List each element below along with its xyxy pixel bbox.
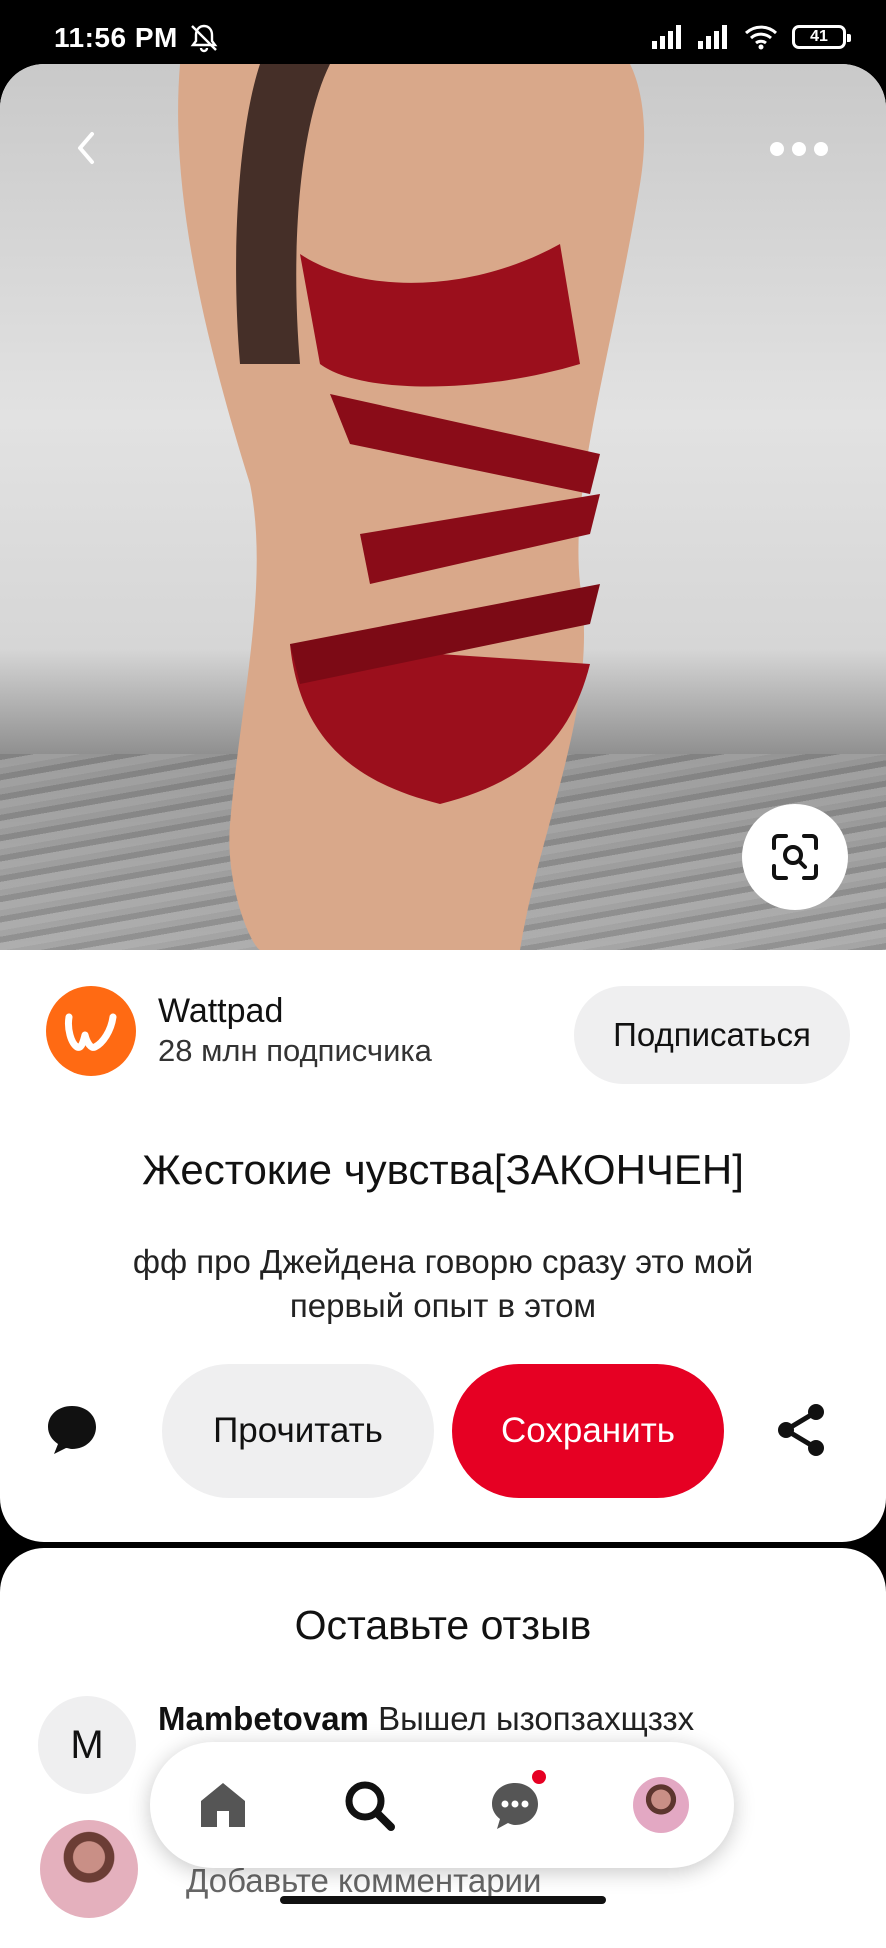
creator-text: Wattpad 28 млн подписчика (158, 991, 432, 1071)
follow-button[interactable]: Подписаться (574, 986, 850, 1084)
nav-home[interactable] (190, 1772, 256, 1838)
review-avatar[interactable]: M (38, 1696, 136, 1794)
bell-off-icon (190, 24, 218, 53)
signal-icon (652, 25, 681, 49)
save-button[interactable]: Сохранить (452, 1364, 724, 1498)
nav-messages[interactable] (482, 1770, 548, 1838)
battery-icon: 41 (792, 25, 851, 49)
messages-icon (492, 1783, 538, 1829)
pin-description: фф про Джейдена говорю сразу это мой пер… (132, 1243, 754, 1324)
visual-search-button[interactable] (742, 804, 848, 910)
bottom-nav (150, 1742, 734, 1868)
profile-avatar (633, 1777, 689, 1833)
creator-subscribers: 28 млн подписчика (158, 1033, 432, 1068)
pin-image[interactable] (0, 64, 886, 950)
home-icon (201, 1783, 245, 1827)
back-button[interactable] (58, 120, 114, 176)
pin-card: Wattpad 28 млн подписчика Подписаться Же… (0, 64, 886, 1542)
search-icon (345, 1781, 395, 1831)
nav-profile[interactable] (628, 1772, 694, 1838)
comment-icon[interactable] (44, 1402, 100, 1458)
visual-search-icon (772, 834, 818, 880)
nav-search[interactable] (336, 1772, 402, 1838)
more-icon (770, 142, 828, 156)
creator-name[interactable]: Wattpad (158, 991, 432, 1031)
home-indicator[interactable] (280, 1896, 606, 1904)
current-user-avatar (40, 1820, 138, 1918)
reviews-title: Оставьте отзыв (294, 1602, 592, 1648)
wattpad-logo-icon (65, 1013, 117, 1051)
wifi-icon (744, 25, 778, 50)
creator-info[interactable]: Wattpad 28 млн подписчика (46, 986, 432, 1076)
battery-level: 41 (810, 28, 828, 45)
review-body: Вышел ызопзахщззх (378, 1700, 695, 1737)
notification-dot (532, 1770, 546, 1784)
back-icon (78, 132, 94, 164)
signal-icon (698, 25, 727, 49)
more-options-button[interactable] (764, 124, 834, 174)
review-comment: Mambetovam Вышел ызопзахщззх (158, 1700, 694, 1738)
pin-title: Жестокие чувства[ЗАКОНЧЕН] (142, 1146, 744, 1193)
pin-image-figure (178, 64, 645, 950)
share-icon[interactable] (774, 1402, 830, 1458)
status-icons: 41 (652, 24, 851, 50)
review-username[interactable]: Mambetovam (158, 1700, 369, 1737)
status-time: 11:56 PM (54, 22, 178, 53)
wattpad-logo[interactable] (46, 986, 136, 1076)
read-button[interactable]: Прочитать (162, 1364, 434, 1498)
